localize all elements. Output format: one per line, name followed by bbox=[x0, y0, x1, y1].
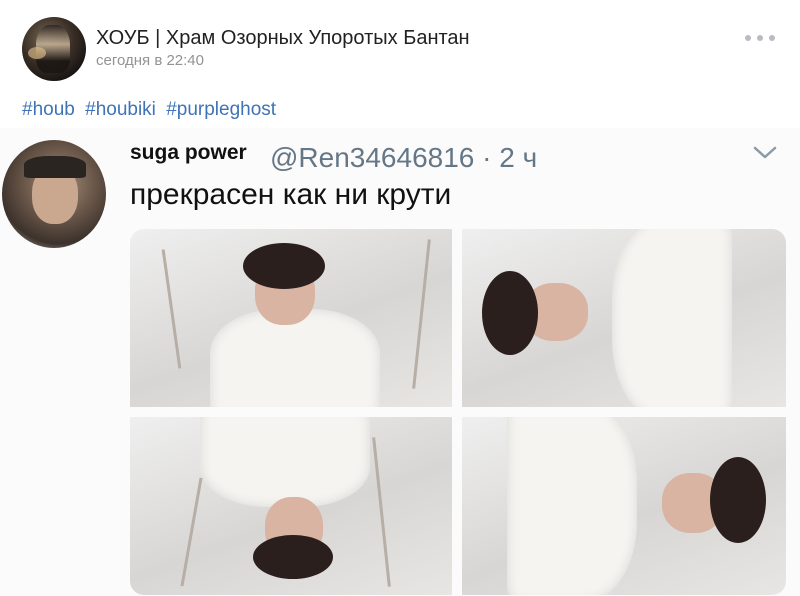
chevron-down-icon bbox=[753, 146, 777, 159]
tweet-text: прекрасен как ни крути bbox=[130, 178, 452, 211]
more-dots-icon[interactable] bbox=[745, 30, 775, 46]
hashtag-link[interactable]: #houbiki bbox=[85, 99, 156, 120]
post-timestamp[interactable]: сегодня в 22:40 bbox=[96, 52, 204, 69]
tweet-handle-time: @Ren34646816 · 2 ч bbox=[270, 142, 538, 173]
tweet-photo-grid bbox=[130, 229, 786, 595]
tweet-screenshot-image[interactable]: suga power @Ren34646816 · 2 ч прекрасен … bbox=[0, 128, 800, 596]
hashtag-link[interactable]: #houb bbox=[22, 99, 75, 120]
tweet-photo bbox=[130, 417, 452, 595]
group-avatar[interactable] bbox=[22, 17, 86, 81]
tweet-author-avatar bbox=[2, 140, 106, 248]
group-name-link[interactable]: ХОУБ | Храм Озорных Упоротых Бантан bbox=[96, 27, 470, 50]
tweet-display-name: suga power bbox=[130, 141, 247, 164]
post-header: ХОУБ | Храм Озорных Упоротых Бантан сего… bbox=[0, 0, 800, 90]
tweet-photo bbox=[462, 417, 786, 595]
avatar-cap bbox=[24, 156, 86, 178]
tweet-photo bbox=[462, 229, 786, 407]
hashtags: #houb #houbiki #purpleghost bbox=[22, 99, 281, 121]
avatar-glow bbox=[28, 47, 46, 59]
tweet-photo bbox=[130, 229, 452, 407]
hashtag-link[interactable]: #purpleghost bbox=[166, 99, 276, 120]
